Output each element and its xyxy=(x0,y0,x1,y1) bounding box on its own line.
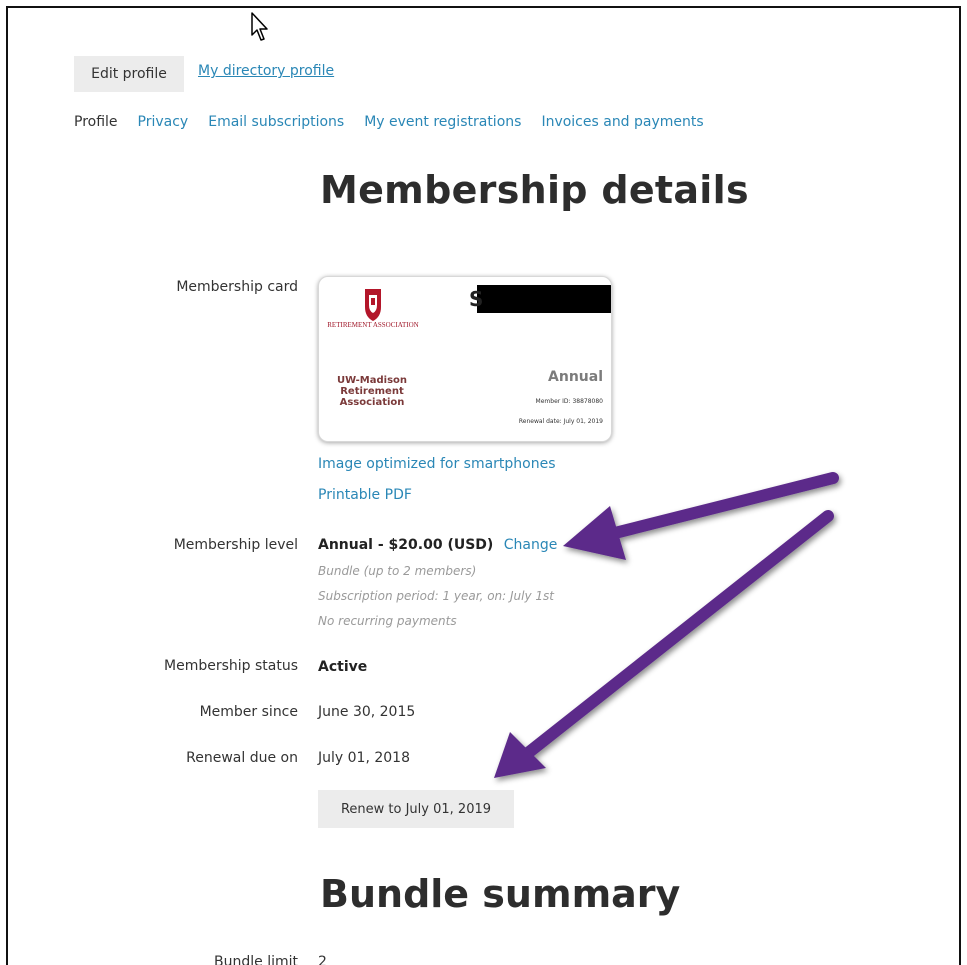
my-directory-profile-link[interactable]: My directory profile xyxy=(198,63,334,79)
printable-pdf-link[interactable]: Printable PDF xyxy=(318,487,412,503)
member-name-initial: S xyxy=(469,287,484,311)
tab-privacy[interactable]: Privacy xyxy=(138,114,189,130)
membership-level-label: Membership level xyxy=(173,537,298,553)
tab-event-registrations[interactable]: My event registrations xyxy=(364,114,521,130)
tab-invoices-payments[interactable]: Invoices and payments xyxy=(541,114,703,130)
bundle-summary-title: Bundle summary xyxy=(320,872,681,916)
change-level-link[interactable]: Change xyxy=(504,537,558,553)
level-detail-bundle: Bundle (up to 2 members) xyxy=(318,564,477,578)
profile-tabs: Profile Privacy Email subscriptions My e… xyxy=(74,114,724,130)
card-renewal-date: Renewal date: July 01, 2019 xyxy=(518,418,603,425)
membership-level-value: Annual - $20.00 (USD) xyxy=(318,537,494,553)
edit-profile-button[interactable]: Edit profile xyxy=(74,56,184,92)
page-title: Membership details xyxy=(320,168,749,212)
membership-level-row: Annual - $20.00 (USD) Change xyxy=(318,537,557,553)
membership-status-value: Active xyxy=(318,659,368,675)
renewal-due-value: July 01, 2018 xyxy=(318,750,410,766)
tab-profile[interactable]: Profile xyxy=(74,114,118,130)
card-member-id: Member ID: 38878080 xyxy=(535,398,603,405)
bundle-limit-value: 2 xyxy=(318,954,327,965)
level-detail-period: Subscription period: 1 year, on: July 1s… xyxy=(318,589,554,603)
renew-button[interactable]: Renew to July 01, 2019 xyxy=(318,790,514,828)
mouse-cursor-icon xyxy=(251,12,268,41)
renewal-due-label: Renewal due on xyxy=(186,750,298,766)
association-logo xyxy=(365,289,381,321)
member-since-label: Member since xyxy=(199,704,298,720)
membership-status-label: Membership status xyxy=(164,658,298,674)
smartphone-image-link[interactable]: Image optimized for smartphones xyxy=(318,456,556,472)
tab-email-subscriptions[interactable]: Email subscriptions xyxy=(208,114,344,130)
arrow-annotation-icon xyxy=(494,510,834,778)
arrow-annotation-icon xyxy=(563,472,839,560)
card-membership-level: Annual xyxy=(548,369,603,385)
level-detail-recurring: No recurring payments xyxy=(318,614,457,628)
membership-card: RETIREMENT ASSOCIATION S UW-Madison Reti… xyxy=(318,276,612,442)
logo-text: RETIREMENT ASSOCIATION xyxy=(327,321,419,329)
membership-card-label: Membership card xyxy=(176,279,298,295)
card-org-name: UW-Madison Retirement Association xyxy=(336,375,408,408)
member-since-value: June 30, 2015 xyxy=(318,704,416,720)
redacted-name xyxy=(477,285,611,313)
bundle-limit-label: Bundle limit xyxy=(214,954,298,965)
page-frame: Edit profile My directory profile Profil… xyxy=(6,6,961,965)
